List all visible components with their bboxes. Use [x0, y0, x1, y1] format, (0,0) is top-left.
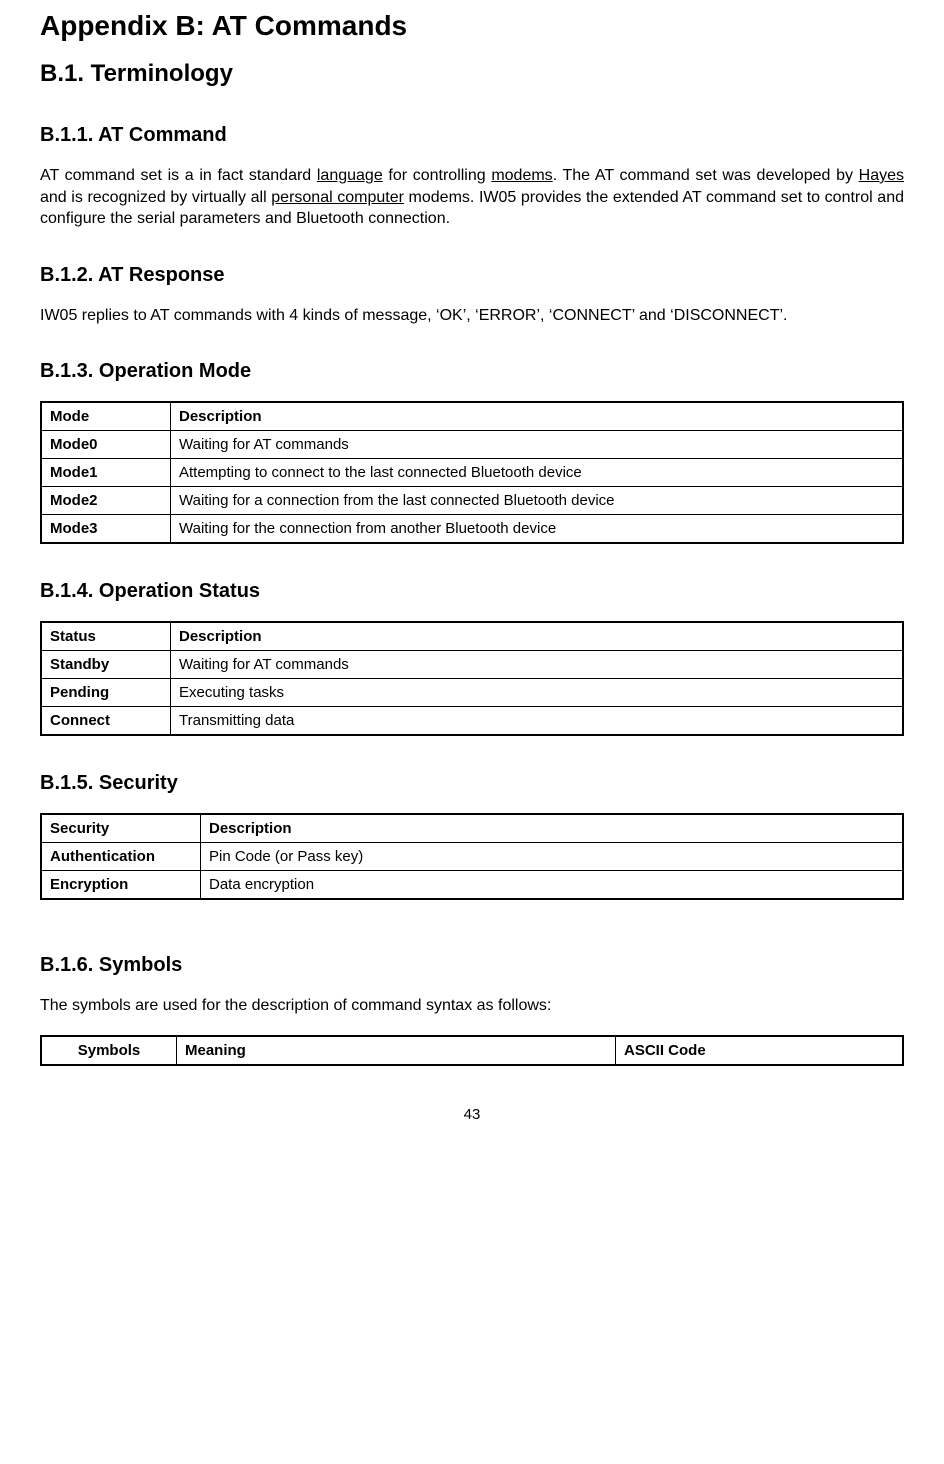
section-b14-heading: B.1.4. Operation Status: [40, 580, 904, 603]
section-b15-heading: B.1.5. Security: [40, 772, 904, 795]
cell-description: Attempting to connect to the last connec…: [171, 459, 904, 487]
section-b16-heading: B.1.6. Symbols: [40, 954, 904, 977]
section-b12-paragraph: IW05 replies to AT commands with 4 kinds…: [40, 305, 904, 327]
text-fragment: AT command set is a in fact standard: [40, 167, 317, 184]
cell-mode: Mode0: [41, 431, 171, 459]
table-header-description: Description: [171, 622, 904, 651]
cell-description: Waiting for the connection from another …: [171, 515, 904, 544]
table-header-symbols: Symbols: [41, 1036, 177, 1065]
text-fragment: and is recognized by virtually all: [40, 189, 271, 206]
table-header-security: Security: [41, 814, 201, 843]
link-hayes[interactable]: Hayes: [859, 167, 904, 184]
cell-mode: Mode3: [41, 515, 171, 544]
table-header-row: Mode Description: [41, 402, 903, 431]
table-row: Authentication Pin Code (or Pass key): [41, 843, 903, 871]
table-header-row: Status Description: [41, 622, 903, 651]
security-table: Security Description Authentication Pin …: [40, 813, 904, 900]
table-header-status: Status: [41, 622, 171, 651]
table-row: Mode1 Attempting to connect to the last …: [41, 459, 903, 487]
cell-description: Waiting for AT commands: [171, 431, 904, 459]
table-header-description: Description: [171, 402, 904, 431]
cell-description: Executing tasks: [171, 679, 904, 707]
table-row: Mode0 Waiting for AT commands: [41, 431, 903, 459]
link-language[interactable]: language: [317, 167, 383, 184]
section-b1-heading: B.1. Terminology: [40, 60, 904, 88]
section-b13-heading: B.1.3. Operation Mode: [40, 360, 904, 383]
table-header-description: Description: [201, 814, 904, 843]
cell-status: Connect: [41, 707, 171, 736]
cell-description: Pin Code (or Pass key): [201, 843, 904, 871]
appendix-title: Appendix B: AT Commands: [40, 10, 904, 42]
section-b12-heading: B.1.2. AT Response: [40, 264, 904, 287]
table-row: Mode2 Waiting for a connection from the …: [41, 487, 903, 515]
table-row: Mode3 Waiting for the connection from an…: [41, 515, 903, 544]
section-b16-paragraph: The symbols are used for the description…: [40, 995, 904, 1017]
table-header-ascii: ASCII Code: [616, 1036, 904, 1065]
text-fragment: for controlling: [383, 167, 492, 184]
cell-mode: Mode2: [41, 487, 171, 515]
table-row: Connect Transmitting data: [41, 707, 903, 736]
table-header-mode: Mode: [41, 402, 171, 431]
text-fragment: . The AT command set was developed by: [553, 167, 859, 184]
document-page: Appendix B: AT Commands B.1. Terminology…: [0, 10, 944, 1153]
cell-mode: Mode1: [41, 459, 171, 487]
cell-status: Standby: [41, 651, 171, 679]
cell-security: Encryption: [41, 871, 201, 900]
table-row: Pending Executing tasks: [41, 679, 903, 707]
table-row: Standby Waiting for AT commands: [41, 651, 903, 679]
symbols-table: Symbols Meaning ASCII Code: [40, 1035, 904, 1066]
cell-status: Pending: [41, 679, 171, 707]
table-header-row: Security Description: [41, 814, 903, 843]
cell-description: Transmitting data: [171, 707, 904, 736]
link-modems[interactable]: modems: [491, 167, 552, 184]
operation-mode-table: Mode Description Mode0 Waiting for AT co…: [40, 401, 904, 544]
cell-description: Waiting for a connection from the last c…: [171, 487, 904, 515]
table-row: Encryption Data encryption: [41, 871, 903, 900]
cell-security: Authentication: [41, 843, 201, 871]
link-personal-computer[interactable]: personal computer: [271, 189, 404, 206]
page-number: 43: [40, 1106, 904, 1123]
cell-description: Data encryption: [201, 871, 904, 900]
section-b11-paragraph: AT command set is a in fact standard lan…: [40, 165, 904, 230]
section-b11-heading: B.1.1. AT Command: [40, 124, 904, 147]
table-header-meaning: Meaning: [177, 1036, 616, 1065]
operation-status-table: Status Description Standby Waiting for A…: [40, 621, 904, 736]
table-header-row: Symbols Meaning ASCII Code: [41, 1036, 903, 1065]
cell-description: Waiting for AT commands: [171, 651, 904, 679]
